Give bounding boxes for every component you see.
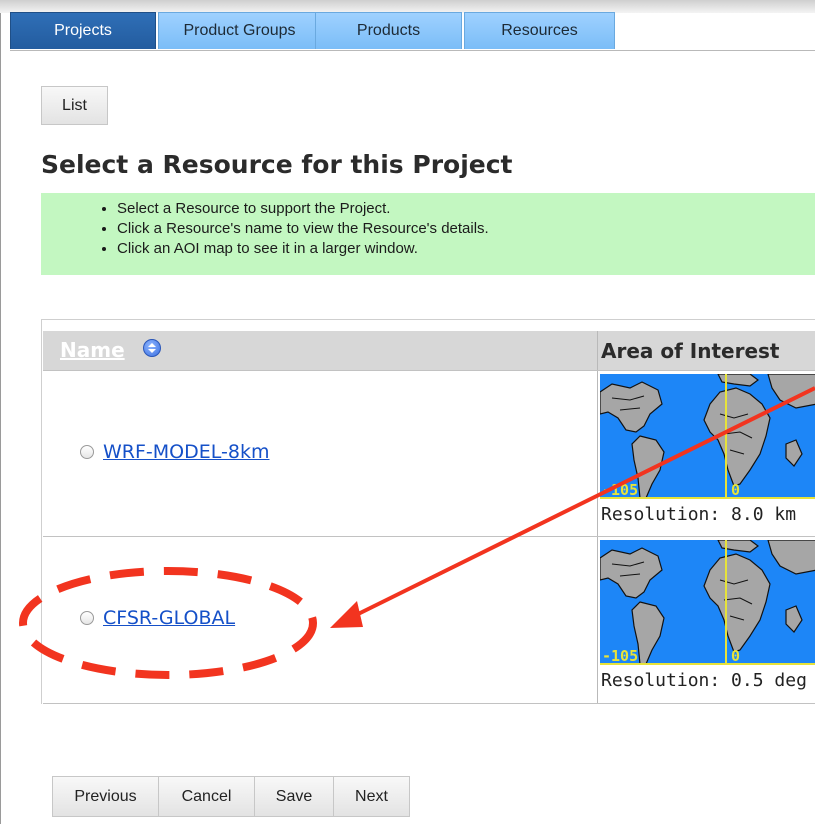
resource-option-wrf: WRF-MODEL-8km bbox=[80, 441, 269, 463]
aoi-map-image[interactable]: -105 0 bbox=[600, 540, 815, 665]
list-button[interactable]: List bbox=[41, 86, 108, 125]
aoi-map-image[interactable]: -105 0 bbox=[600, 374, 815, 499]
save-button[interactable]: Save bbox=[255, 776, 334, 817]
resource-radio-wrf[interactable] bbox=[80, 445, 94, 459]
aoi-cell: -105 0 Resolution: 0.5 deg bbox=[597, 537, 815, 703]
map-lon-left-label: -105 bbox=[602, 481, 638, 499]
next-button[interactable]: Next bbox=[334, 776, 410, 817]
instruction-item: Click a Resource's name to view the Reso… bbox=[117, 219, 815, 239]
map-lon-left-label: -105 bbox=[602, 647, 638, 665]
previous-button[interactable]: Previous bbox=[52, 776, 159, 817]
resource-table: Name Area of Interest -105 0 Resolution:… bbox=[41, 319, 815, 704]
resource-link-wrf[interactable]: WRF-MODEL-8km bbox=[103, 441, 269, 463]
tab-bar: Projects Product Groups Products Resourc… bbox=[10, 12, 815, 51]
aoi-cell: -105 0 Resolution: 8.0 km bbox=[597, 371, 815, 536]
instructions-box: Select a Resource to support the Project… bbox=[41, 193, 815, 275]
wizard-buttons: Previous Cancel Save Next bbox=[52, 776, 410, 817]
map-lon-mid-label: 0 bbox=[731, 647, 740, 665]
sort-icon[interactable] bbox=[143, 339, 161, 357]
aoi-column-header: Area of Interest bbox=[597, 331, 815, 370]
resource-radio-cfsr[interactable] bbox=[80, 611, 94, 625]
resolution-label: Resolution: 0.5 deg bbox=[601, 670, 807, 691]
name-column-header[interactable]: Name bbox=[60, 338, 125, 362]
page-title: Select a Resource for this Project bbox=[41, 150, 513, 179]
tab-resources[interactable]: Resources bbox=[464, 12, 615, 49]
map-lon-mid-label: 0 bbox=[731, 481, 740, 499]
cancel-button[interactable]: Cancel bbox=[159, 776, 255, 817]
resolution-label: Resolution: 8.0 km bbox=[601, 504, 797, 525]
tab-projects[interactable]: Projects bbox=[10, 12, 156, 49]
resource-option-cfsr: CFSR-GLOBAL bbox=[80, 607, 235, 629]
resource-link-cfsr[interactable]: CFSR-GLOBAL bbox=[103, 607, 235, 629]
instruction-item: Select a Resource to support the Project… bbox=[117, 199, 815, 219]
tab-products[interactable]: Products bbox=[315, 12, 462, 49]
tab-product-groups[interactable]: Product Groups bbox=[158, 12, 321, 49]
instruction-item: Click an AOI map to see it in a larger w… bbox=[117, 239, 815, 259]
table-header: Name Area of Interest bbox=[43, 331, 815, 371]
